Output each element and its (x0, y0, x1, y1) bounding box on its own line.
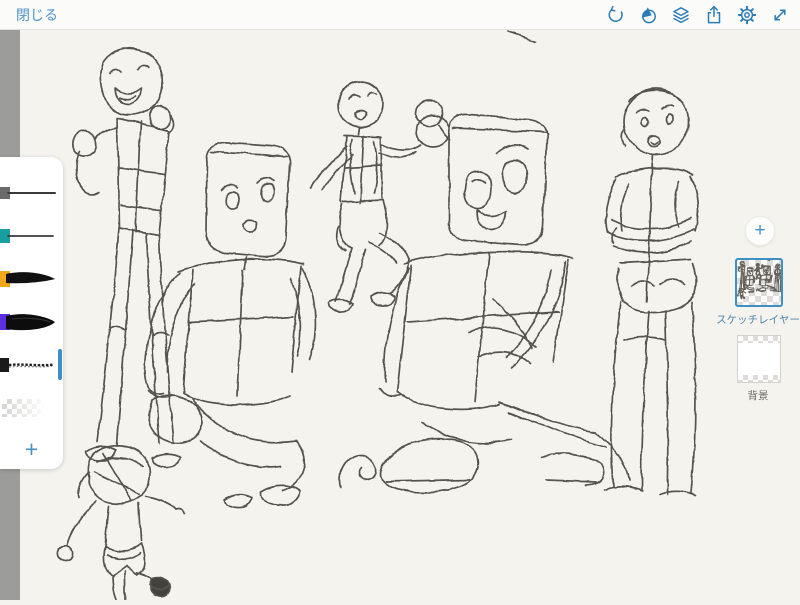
layer-label-background: 背景 (747, 390, 769, 402)
add-layer-button[interactable]: + (745, 216, 775, 246)
toolbar-actions (604, 4, 790, 25)
layer-item-sketch[interactable] (735, 258, 783, 307)
brush-paint-brush[interactable] (0, 300, 63, 343)
brush-sketch-pencil[interactable] (0, 343, 63, 386)
sketch-artwork (56, 30, 700, 601)
undo-icon[interactable] (604, 4, 625, 25)
layer-label-sketch: スケッチレイヤー (716, 314, 800, 326)
add-brush-button[interactable]: + (0, 429, 63, 469)
layer-item-background[interactable] (737, 335, 781, 383)
close-button[interactable]: 閉じる (16, 0, 58, 30)
transparency-checker (738, 336, 780, 343)
brush-ink-pen[interactable] (0, 257, 63, 300)
brush-selected-indicator (58, 349, 62, 380)
settings-icon[interactable] (736, 4, 757, 25)
layer-thumbnail-sketch (737, 260, 781, 300)
blend-icon[interactable] (637, 4, 658, 25)
brush-eraser[interactable] (0, 386, 63, 429)
transparency-checker (738, 375, 780, 382)
eraser-icon (2, 398, 50, 417)
layers-icon[interactable] (670, 4, 691, 25)
brush-panel: + (0, 157, 63, 469)
top-toolbar: 閉じる (0, 0, 800, 30)
drawing-canvas[interactable] (0, 30, 800, 601)
fullscreen-icon[interactable] (769, 4, 790, 25)
brush-color-pencil[interactable] (0, 214, 63, 257)
brush-graphite-pencil[interactable] (0, 171, 63, 214)
share-icon[interactable] (703, 4, 724, 25)
